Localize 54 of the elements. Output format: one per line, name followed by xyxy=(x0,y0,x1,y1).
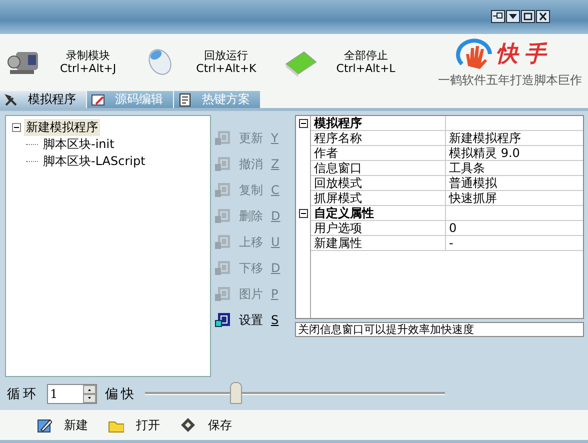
collapse-icon[interactable] xyxy=(12,123,21,132)
tab[interactable]: 模拟程序 xyxy=(0,90,86,108)
category-name: 自定义属性 xyxy=(311,206,446,222)
toolbar-button[interactable]: 新建 xyxy=(36,416,88,434)
form-icon xyxy=(215,130,231,146)
tree-item[interactable]: 脚本区块-init xyxy=(41,136,116,154)
pencil-icon xyxy=(36,417,52,434)
spin-arrows-icon xyxy=(83,384,96,403)
toolbar-button[interactable]: 保存 xyxy=(180,416,232,434)
toolbar-button[interactable]: 录制模块 Ctrl+Alt+J xyxy=(6,46,116,78)
action-button[interactable]: 设置 S xyxy=(211,307,295,334)
property-name: 新建属性 xyxy=(311,236,446,252)
diamond-icon xyxy=(180,417,196,434)
property-name: 用户选项 xyxy=(311,221,446,236)
logo-text: 快手 xyxy=(496,40,552,69)
property-name: 作者 xyxy=(311,146,446,162)
collapse-icon[interactable] xyxy=(298,119,308,128)
form-icon xyxy=(215,156,231,172)
spin-box[interactable]: 1 xyxy=(47,384,97,404)
tree-item[interactable]: 脚本区块-LAScript xyxy=(41,153,148,170)
form-icon xyxy=(215,234,231,250)
slider-thumb[interactable] xyxy=(230,382,242,404)
tools-icon xyxy=(4,92,18,107)
tagline: 一鹤软件五年打造脚本巨作 xyxy=(438,72,582,89)
form-icon xyxy=(215,182,231,198)
dropdown-icon[interactable] xyxy=(506,10,520,24)
property-value[interactable]: 工具条 xyxy=(446,161,583,176)
toolbar-button[interactable]: 回放运行 Ctrl+Alt+K xyxy=(142,46,256,78)
form-icon xyxy=(215,260,231,276)
property-name: 回放模式 xyxy=(311,176,446,192)
property-name: 信息窗口 xyxy=(311,161,446,176)
property-value[interactable]: 0 xyxy=(446,221,583,236)
pin-icon[interactable] xyxy=(491,10,505,24)
toolbar-button[interactable]: 全部停止 Ctrl+Alt+L xyxy=(282,46,396,78)
maximize-icon[interactable] xyxy=(521,10,535,24)
loop-label: 循环 xyxy=(7,386,39,403)
info-field[interactable]: 关闭信息窗口可以提升效率加快速度 xyxy=(295,322,584,338)
toolbar-button[interactable]: 打开 xyxy=(108,416,160,434)
form-icon xyxy=(215,208,231,224)
property-name: 程序名称 xyxy=(311,131,446,146)
form-icon xyxy=(215,286,231,302)
property-value[interactable]: 普通模拟 xyxy=(446,176,583,192)
tree-item[interactable]: 新建模拟程序 xyxy=(24,119,100,136)
speed-label: 偏快 xyxy=(105,386,137,403)
edit-icon xyxy=(91,92,105,107)
category-name: 模拟程序 xyxy=(311,116,446,132)
property-value[interactable]: 新建模拟程序 xyxy=(446,131,583,146)
close-icon[interactable] xyxy=(536,10,550,24)
collapse-icon[interactable] xyxy=(298,209,308,218)
property-value[interactable]: 快速抓屏 xyxy=(446,191,583,206)
property-value[interactable]: - xyxy=(446,236,583,252)
form-icon xyxy=(215,312,231,328)
property-name: 抓屏模式 xyxy=(311,191,446,206)
property-value[interactable]: 模拟精灵 9.0 xyxy=(446,146,583,162)
